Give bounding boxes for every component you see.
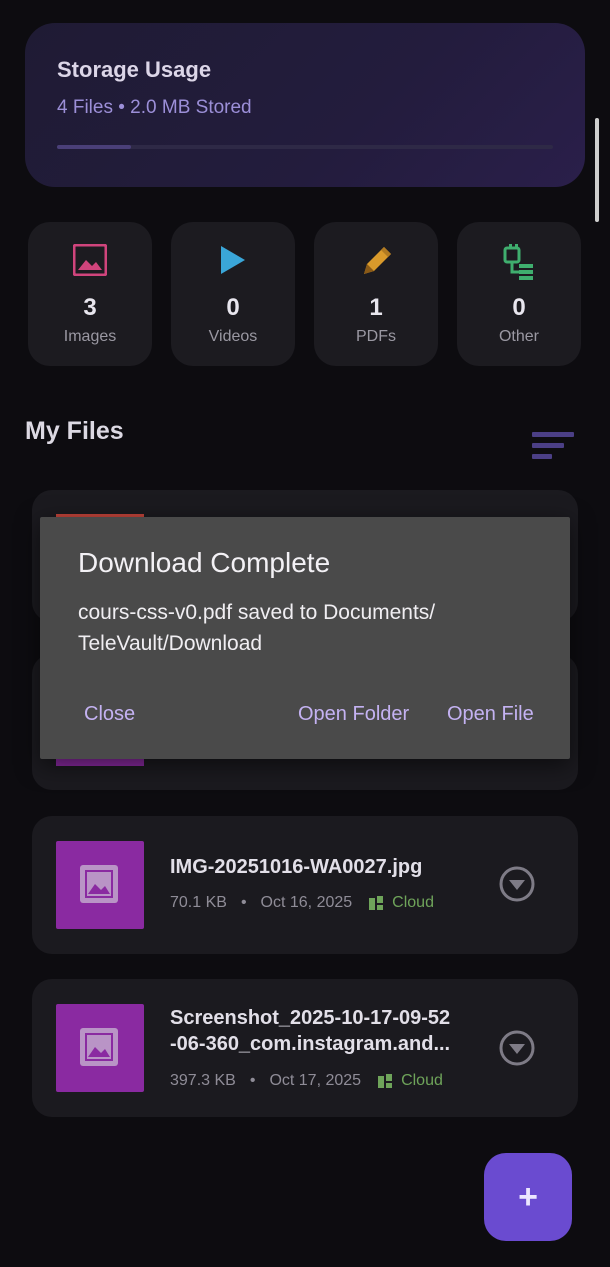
stat-label: Videos [208,328,258,345]
stat-label: PDFs [356,328,396,345]
storage-title: Storage Usage [57,57,212,82]
download-complete-dialog: Download Complete cours-css-v0.pdf saved… [40,517,570,759]
file-name: IMG-20251016-WA0027.jpg [170,856,423,878]
file-size: 397.3 KB [170,1072,236,1089]
stat-count: 0 [512,294,526,321]
cloud-badge: Cloud [368,894,434,912]
file-card[interactable]: IMG-20251016-WA0027.jpg 70.1 KB • Oct 16… [32,816,578,954]
image-icon [28,244,152,280]
stat-label: Other [498,328,539,345]
open-file-button[interactable]: Open File [447,703,534,726]
add-file-button[interactable]: + [484,1153,572,1241]
file-name-line: -06-360_com.instagram.and... [170,1033,451,1055]
stat-tile-pdfs[interactable]: 1 PDFs [314,222,438,366]
cloud-icon [369,896,384,910]
file-thumbnail [56,841,144,929]
dialog-title: Download Complete [78,547,331,578]
stat-count: 0 [226,294,240,321]
image-icon [80,865,118,903]
play-icon [171,244,295,280]
separator-dot: • [249,1072,256,1089]
stat-count: 3 [83,294,97,321]
download-icon[interactable] [498,1029,536,1067]
dialog-message: cours-css-v0.pdf saved to Documents/ Tel… [78,601,436,655]
file-date: Oct 17, 2025 [269,1072,362,1089]
file-location: Cloud [401,1072,443,1089]
image-icon [80,1028,118,1066]
file-location: Cloud [392,894,434,911]
sort-icon[interactable] [530,430,576,467]
storage-progress-fill [57,145,132,149]
file-thumbnail [56,758,144,766]
stat-tile-videos[interactable]: 0 Videos [171,222,295,366]
file-card[interactable]: Screenshot_2025-10-17-09-52 -06-360_com.… [32,979,578,1117]
storage-progress-bar [57,145,553,149]
scrollbar[interactable] [595,118,599,222]
file-name-line: Screenshot_2025-10-17-09-52 [170,1007,451,1029]
file-size: 70.1 KB [170,894,227,911]
file-meta: 70.1 KB • Oct 16, 2025 Cloud [170,894,434,912]
open-folder-button[interactable]: Open Folder [298,703,409,726]
close-button[interactable]: Close [84,703,135,726]
file-date: Oct 16, 2025 [260,894,353,911]
file-meta: 397.3 KB • Oct 17, 2025 Cloud [170,1072,443,1090]
stat-tile-other[interactable]: 0 Other [457,222,581,366]
stat-tile-images[interactable]: 3 Images [28,222,152,366]
section-title: My Files [25,417,124,445]
stat-count: 1 [369,294,383,321]
storage-subtitle: 4 Files • 2.0 MB Stored [57,97,252,118]
cloud-icon [378,1074,393,1088]
download-icon[interactable] [498,865,536,903]
files-icon [457,244,581,280]
file-thumbnail [56,1004,144,1092]
storage-usage-card: Storage Usage 4 Files • 2.0 MB Stored [25,23,585,187]
cloud-badge: Cloud [377,1072,443,1090]
stat-label: Images [63,328,117,345]
separator-dot: • [240,894,247,911]
file-name: Screenshot_2025-10-17-09-52 -06-360_com.… [170,1005,480,1057]
pencil-icon [314,244,438,280]
